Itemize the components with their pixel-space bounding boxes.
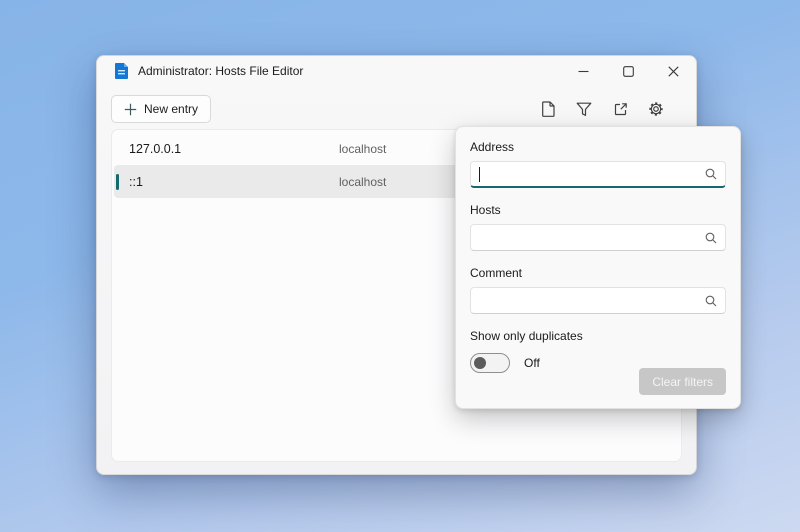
text-caret [479,167,480,182]
new-file-icon [541,101,556,117]
gear-icon [648,101,664,117]
toggle-knob [474,357,486,369]
search-icon [705,295,717,307]
comment-filter-input[interactable] [470,287,726,314]
toolbar: New entry [111,94,682,124]
filter-icon [576,102,592,117]
clear-filters-button[interactable]: Clear filters [639,368,726,395]
hosts-filter-label: Hosts [470,203,726,217]
address-filter-label: Address [470,140,726,154]
hosts-cell: localhost [339,175,386,189]
new-file-button[interactable] [534,95,562,123]
hosts-filter-input[interactable] [470,224,726,251]
search-icon [705,232,717,244]
maximize-icon [623,66,634,77]
filter-popup: Address Hosts Comment Show only duplicat… [455,126,741,409]
filter-button[interactable] [570,95,598,123]
minimize-button[interactable] [561,56,606,86]
hosts-cell: localhost [339,142,386,156]
address-cell: 127.0.0.1 [129,142,339,156]
close-icon [668,66,679,77]
address-cell: ::1 [129,175,339,189]
close-button[interactable] [651,56,696,86]
address-filter-input[interactable] [470,161,726,188]
app-icon [115,63,128,79]
titlebar[interactable]: Administrator: Hosts File Editor [97,56,696,86]
search-icon [705,168,717,180]
settings-button[interactable] [642,95,670,123]
selection-accent [116,174,119,190]
new-entry-button[interactable]: New entry [111,95,211,123]
new-entry-label: New entry [144,102,198,116]
clear-filters-label: Clear filters [652,375,713,389]
window-title: Administrator: Hosts File Editor [138,64,303,78]
duplicates-label: Show only duplicates [470,329,726,343]
toggle-state-label: Off [524,356,540,370]
minimize-icon [578,66,589,77]
duplicates-toggle[interactable] [470,353,510,373]
open-external-icon [613,102,628,117]
open-external-button[interactable] [606,95,634,123]
maximize-button[interactable] [606,56,651,86]
plus-icon [124,103,137,116]
comment-filter-label: Comment [470,266,726,280]
